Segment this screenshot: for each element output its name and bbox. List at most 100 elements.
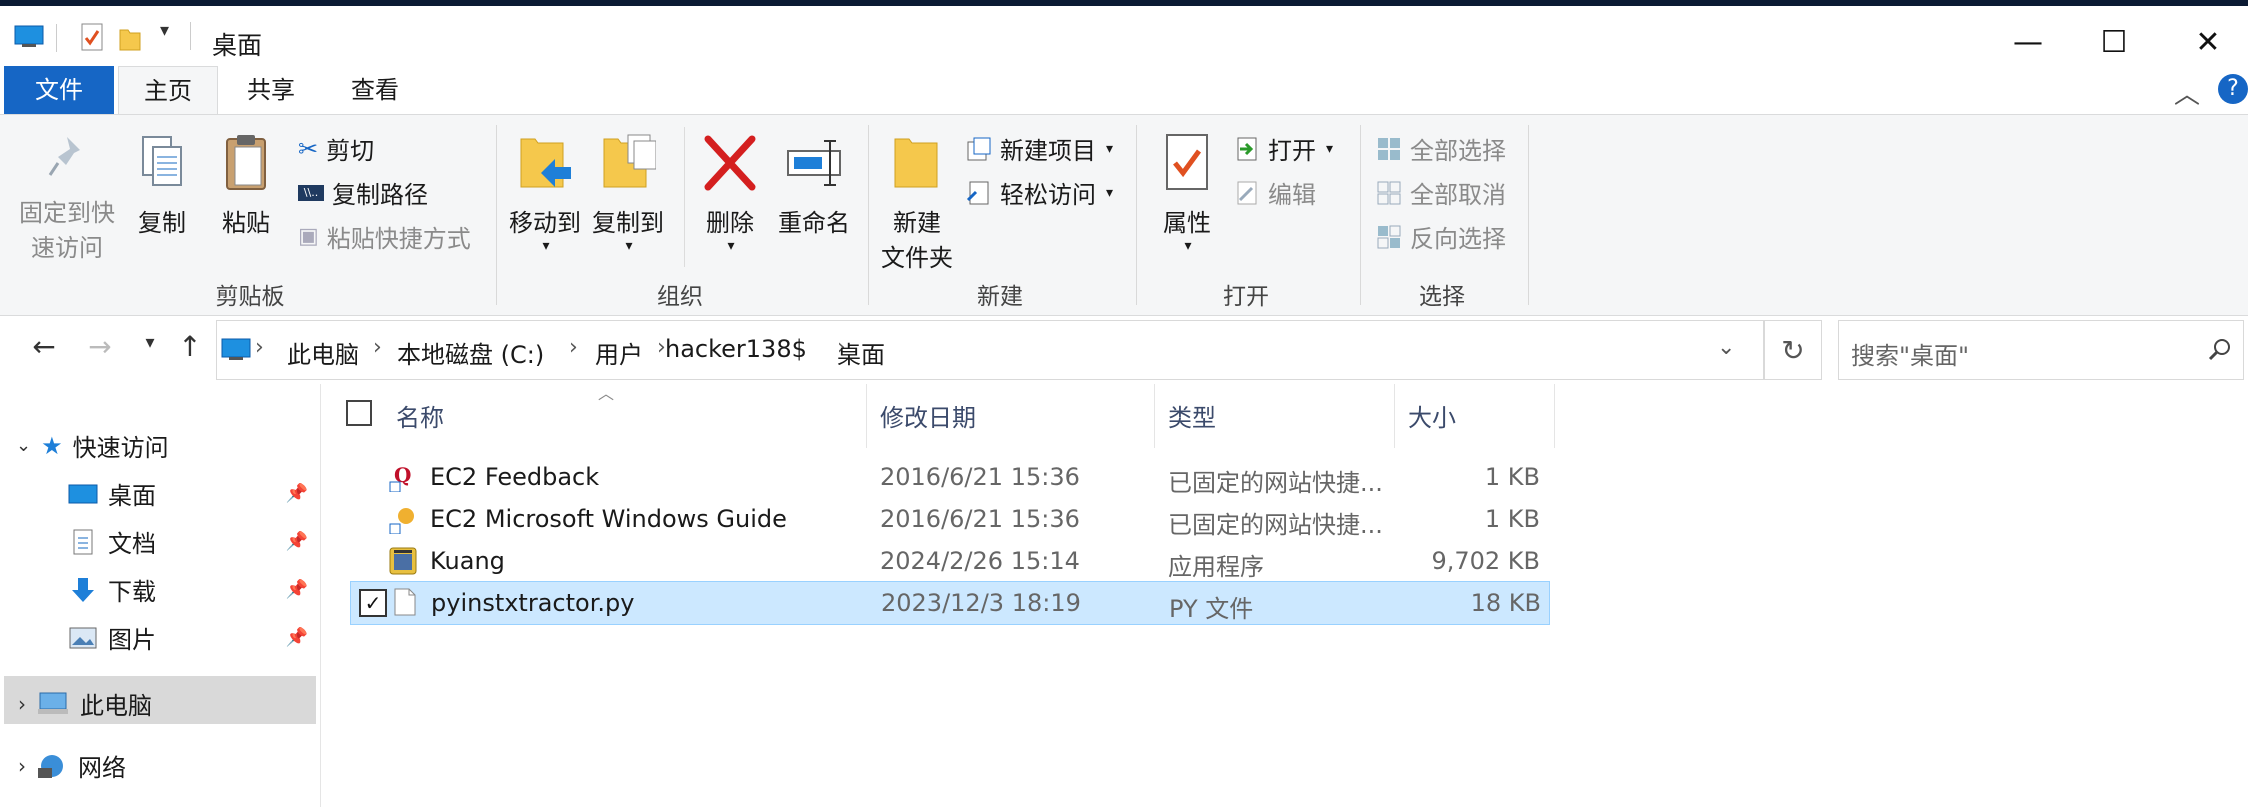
address-dropdown-chevron-icon[interactable]: ⌄: [1717, 335, 1735, 360]
pin-to-quick-access-button[interactable]: 固定到快 速访问: [12, 133, 122, 263]
quick-access-label: 快速访问: [72, 434, 169, 462]
cut-label: 剪切: [326, 137, 375, 165]
pin-label-line2: 速访问: [31, 234, 103, 262]
select-none-button[interactable]: 全部取消: [1376, 175, 1506, 210]
group-inner-separator: [684, 127, 685, 267]
copy-to-button[interactable]: 复制到 ▾: [588, 131, 668, 254]
tab-home[interactable]: 主页: [118, 66, 218, 115]
chevron-right-icon[interactable]: ›: [373, 335, 382, 360]
search-placeholder: 搜索"桌面": [1851, 342, 1970, 370]
tab-share[interactable]: 共享: [226, 66, 316, 114]
select-all-checkbox[interactable]: [346, 400, 372, 426]
column-header-name[interactable]: 名称: [396, 398, 444, 462]
column-header-type[interactable]: 类型: [1168, 398, 1216, 462]
application-icon: [389, 547, 417, 575]
file-row-selected[interactable]: ✓ pyinstxtractor.py 2023/12/3 18:19 PY 文…: [350, 581, 1550, 625]
file-row[interactable]: EC2 Microsoft Windows Guide 2016/6/21 15…: [350, 498, 1548, 540]
column-header-modified[interactable]: 修改日期: [880, 398, 976, 462]
maximize-button[interactable]: ☐: [2068, 12, 2160, 72]
invert-selection-label: 反向选择: [1410, 225, 1506, 253]
group-separator: [1360, 125, 1361, 305]
column-separator[interactable]: [866, 384, 867, 448]
easy-access-button[interactable]: 轻松访问 ▾: [966, 175, 1113, 210]
tab-file[interactable]: 文件: [4, 66, 114, 114]
chevron-down-icon: ▾: [727, 238, 735, 254]
edit-button[interactable]: 编辑: [1234, 175, 1316, 210]
ribbon-tabs: 文件 主页 共享 查看 ︿ ?: [0, 66, 2248, 115]
properties-icon[interactable]: [80, 22, 104, 52]
nav-item-this-pc[interactable]: › 此电脑: [4, 676, 316, 724]
breadcrumb-user-folder[interactable]: hacker138$: [665, 335, 807, 363]
new-folder-button[interactable]: 新建 文件夹: [876, 131, 958, 273]
delete-button[interactable]: 删除 ▾: [694, 131, 766, 254]
nav-item-network[interactable]: › 网络: [18, 748, 126, 783]
close-button[interactable]: ✕: [2162, 12, 2248, 72]
nav-item-desktop[interactable]: 桌面 📌: [68, 476, 308, 511]
move-to-icon: [520, 138, 571, 188]
pin-icon[interactable]: 📌: [286, 531, 308, 552]
breadcrumb-users[interactable]: 用户: [595, 335, 643, 370]
search-icon[interactable]: [2207, 337, 2233, 363]
nav-item-documents[interactable]: 文档 📌: [68, 524, 308, 559]
tab-view[interactable]: 查看: [330, 66, 420, 114]
rename-button[interactable]: 重命名: [772, 131, 856, 238]
search-box[interactable]: 搜索"桌面": [1838, 320, 2244, 380]
file-icon: [394, 588, 416, 616]
open-button[interactable]: 打开 ▾: [1234, 131, 1333, 166]
column-separator[interactable]: [1154, 384, 1155, 448]
chevron-right-icon[interactable]: ›: [255, 335, 264, 360]
rename-icon: [787, 140, 841, 186]
properties-button[interactable]: 属性 ▾: [1152, 131, 1222, 254]
address-bar[interactable]: › 此电脑 › 本地磁盘 (C:) › 用户 › hacker138$ › 桌面…: [216, 320, 1764, 380]
computer-icon: [221, 338, 251, 360]
group-separator: [496, 125, 497, 305]
recent-locations-chevron-icon[interactable]: ▾: [130, 332, 170, 353]
breadcrumb-this-pc[interactable]: 此电脑: [287, 335, 359, 370]
nav-item-pictures[interactable]: 图片 📌: [68, 620, 308, 655]
minimize-button[interactable]: —: [1982, 12, 2074, 72]
chevron-down-icon: ▾: [1106, 140, 1114, 157]
column-separator[interactable]: [1554, 384, 1555, 448]
paste-icon: [226, 135, 266, 190]
pin-icon[interactable]: 📌: [286, 483, 308, 504]
column-header-size[interactable]: 大小: [1408, 398, 1456, 462]
file-name: EC2 Feedback: [430, 463, 600, 491]
forward-arrow-icon[interactable]: →: [80, 330, 120, 363]
column-separator[interactable]: [1394, 384, 1395, 448]
up-arrow-icon[interactable]: ↑: [170, 330, 210, 363]
file-row[interactable]: Kuang 2024/2/26 15:14 应用程序 9,702 KB: [350, 540, 1548, 582]
new-folder-icon[interactable]: [118, 24, 142, 52]
chevron-right-icon[interactable]: ›: [18, 692, 26, 716]
file-modified: 2023/12/3 18:19: [881, 589, 1081, 617]
chevron-right-icon[interactable]: ›: [18, 754, 26, 778]
pin-icon[interactable]: 📌: [286, 627, 308, 648]
refresh-button[interactable]: ↻: [1764, 320, 1822, 380]
file-row[interactable]: Q EC2 Feedback 2016/6/21 15:36 已固定的网站快捷.…: [350, 456, 1548, 498]
select-none-icon: [1377, 181, 1401, 204]
chevron-down-icon[interactable]: ▾: [160, 20, 169, 41]
back-arrow-icon[interactable]: ←: [24, 330, 64, 363]
copy-button[interactable]: 复制: [126, 133, 198, 238]
nav-quick-access[interactable]: ⌄ ★ 快速访问: [16, 428, 169, 463]
invert-selection-button[interactable]: 反向选择: [1376, 219, 1506, 254]
scissors-icon: ✂: [298, 134, 319, 163]
new-group-label: 新建: [977, 284, 1023, 310]
paste-shortcut-button[interactable]: ▣ 粘贴快捷方式: [298, 219, 471, 254]
collapse-ribbon-icon[interactable]: ︿: [2174, 74, 2200, 111]
nav-item-downloads[interactable]: 下载 📌: [68, 572, 308, 607]
paste-button[interactable]: 粘贴: [210, 133, 282, 238]
cut-button[interactable]: ✂ 剪切: [298, 131, 374, 166]
pane-divider[interactable]: [320, 384, 321, 807]
new-item-button[interactable]: 新建项目 ▾: [966, 131, 1113, 166]
chevron-right-icon[interactable]: ›: [569, 335, 578, 360]
pin-icon[interactable]: 📌: [286, 579, 308, 600]
breadcrumb-local-disk[interactable]: 本地磁盘 (C:): [397, 335, 544, 370]
select-all-button[interactable]: 全部选择: [1376, 131, 1506, 166]
help-icon[interactable]: ?: [2218, 74, 2248, 104]
new-folder-label-line2: 文件夹: [881, 244, 953, 272]
move-to-button[interactable]: 移动到 ▾: [506, 131, 584, 254]
row-checkbox-checked[interactable]: ✓: [359, 589, 387, 617]
copy-path-button[interactable]: \\.. 复制路径: [298, 175, 428, 210]
file-name: Kuang: [430, 547, 505, 575]
breadcrumb-desktop[interactable]: 桌面: [837, 335, 885, 370]
